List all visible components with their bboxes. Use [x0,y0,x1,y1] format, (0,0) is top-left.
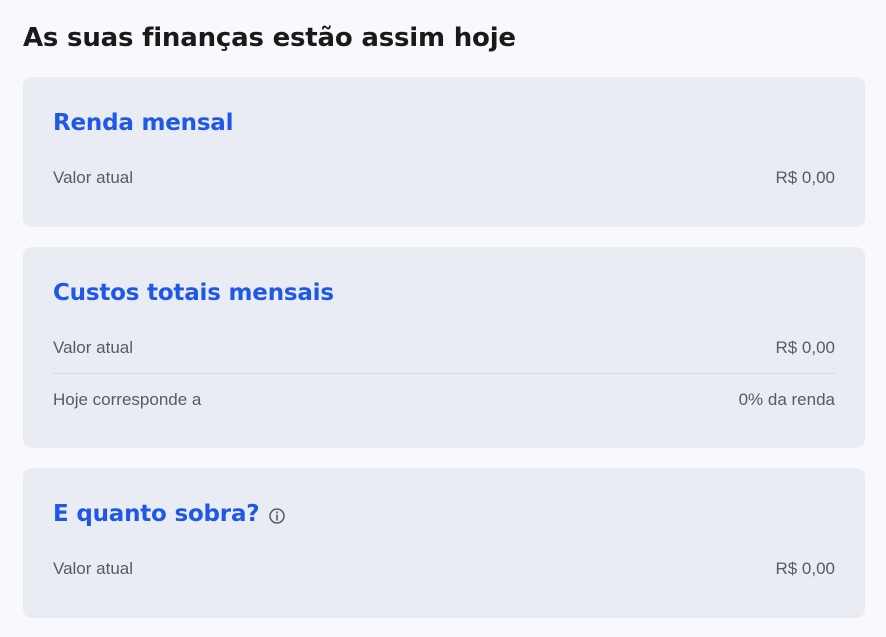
monthly-costs-card: Custos totais mensais Valor atual R$ 0,0… [23,247,865,448]
info-icon-graphic [269,507,286,524]
row-label: Valor atual [53,168,134,187]
card-rows: Valor atual R$ 0,00 Hoje corresponde a 0… [53,323,835,425]
card-rows: Valor atual R$ 0,00 [53,544,835,594]
row-income-percentage: Hoje corresponde a 0% da renda [53,373,835,425]
card-title-remaining: E quanto sobra? [53,501,260,527]
page-title: As suas finanças estão assim hoje [23,23,516,53]
row-label: Valor atual [53,338,134,357]
card-header: Custos totais mensais [53,247,835,316]
row-value: R$ 0,00 [775,338,835,357]
row-current-value: Valor atual R$ 0,00 [53,544,835,594]
remaining-money-card: E quanto sobra? Valor atual R$ 0,00 [23,468,865,618]
card-title-monthly-costs: Custos totais mensais [53,280,334,306]
card-title-monthly-income: Renda mensal [53,110,234,136]
card-header: E quanto sobra? [53,468,835,537]
finances-summary-page: As suas finanças estão assim hoje Renda … [0,0,886,637]
row-current-value: Valor atual R$ 0,00 [53,323,835,373]
row-value: R$ 0,00 [775,168,835,187]
row-label: Hoje corresponde a [53,389,202,409]
card-header: Renda mensal [53,77,835,146]
row-label: Valor atual [53,559,134,578]
row-value: 0% da renda [738,389,835,409]
info-icon[interactable] [268,507,286,525]
card-rows: Valor atual R$ 0,00 [53,153,835,203]
monthly-income-card: Renda mensal Valor atual R$ 0,00 [23,77,865,227]
row-value: R$ 0,00 [775,559,835,578]
row-current-value: Valor atual R$ 0,00 [53,153,835,203]
